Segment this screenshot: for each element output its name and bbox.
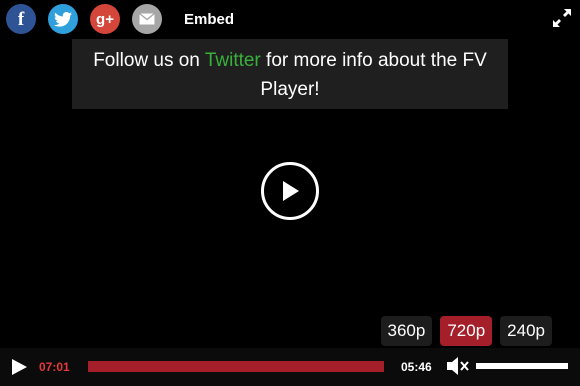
play-small-icon	[12, 359, 27, 375]
embed-link[interactable]: Embed	[184, 11, 234, 28]
speaker-muted-icon	[447, 357, 469, 375]
share-bar: f g+ Embed	[6, 3, 234, 35]
facebook-icon[interactable]: f	[6, 4, 36, 34]
announcement-text-before: Follow us on	[93, 50, 205, 71]
big-play-button[interactable]	[261, 162, 319, 220]
duration-time: 05:46	[401, 360, 432, 374]
google-plus-glyph: g+	[96, 10, 114, 28]
volume-slider[interactable]	[476, 363, 568, 369]
play-icon	[283, 181, 299, 201]
facebook-glyph: f	[17, 8, 25, 30]
quality-240p-button[interactable]: 240p	[500, 316, 552, 346]
video-player[interactable]: f g+ Embed Follow us on Twitter for more	[0, 0, 580, 386]
envelope-glyph	[139, 13, 155, 25]
play-button[interactable]	[10, 358, 28, 376]
control-bar: 07:01 05:46	[0, 348, 580, 386]
announcement-text-after: for more info about the FV Player!	[260, 50, 487, 100]
elapsed-time: 07:01	[39, 360, 70, 374]
twitter-icon[interactable]	[48, 4, 78, 34]
volume-level	[476, 363, 568, 369]
twitter-bird-glyph	[54, 11, 72, 27]
announcement-banner: Follow us on Twitter for more info about…	[72, 39, 508, 109]
quality-720p-button[interactable]: 720p	[440, 316, 493, 346]
quality-selector: 360p 720p 240p	[373, 316, 552, 346]
timeline-scrubber[interactable]	[88, 361, 384, 372]
google-plus-icon[interactable]: g+	[90, 4, 120, 34]
fullscreen-icon[interactable]	[552, 8, 572, 28]
twitter-link[interactable]: Twitter	[205, 50, 261, 71]
email-icon[interactable]	[132, 4, 162, 34]
quality-360p-button[interactable]: 360p	[380, 316, 433, 346]
mute-button[interactable]	[446, 356, 470, 376]
timeline-progress	[88, 361, 384, 372]
